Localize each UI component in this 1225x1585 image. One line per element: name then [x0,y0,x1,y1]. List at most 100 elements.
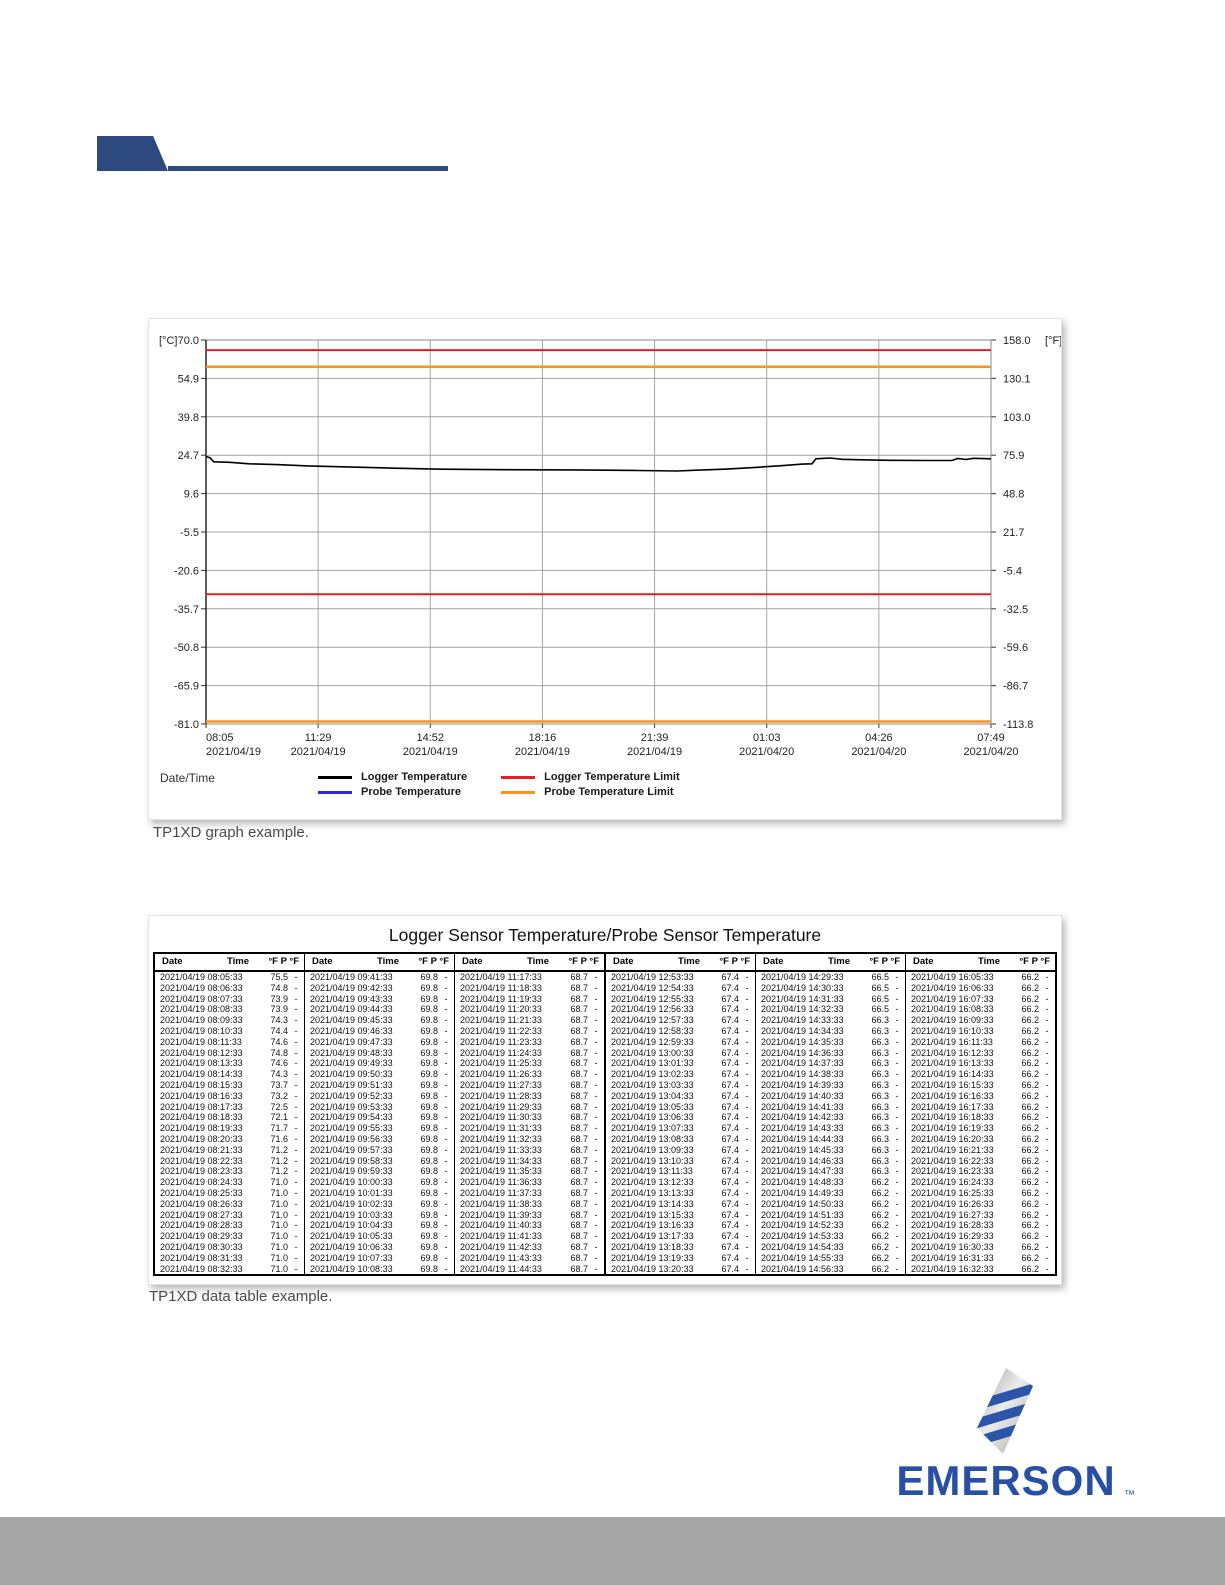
cell-temperature-f: 68.7 [570,1036,588,1047]
cell-probe-temperature-f: - [1045,1187,1049,1198]
cell-probe-temperature-f: - [294,1187,298,1198]
cell-datetime: 2021/04/19 08:16:33 [160,1090,243,1101]
y-axis-tick-label-celsius: -65.9 [174,681,199,693]
table-row: 2021/04/19 14:45:33 66.3- [756,1145,905,1156]
cell-datetime: 2021/04/19 08:32:33 [160,1263,243,1274]
table-row: 2021/04/19 10:00:33 69.8- [305,1177,454,1188]
table-row: 2021/04/19 11:38:33 68.7- [455,1199,604,1210]
cell-temperature-f: 66.2 [871,1252,889,1263]
cell-probe-temperature-f: - [294,1004,298,1015]
table-row: 2021/04/19 13:03:33 67.4- [606,1080,755,1091]
cell-temperature-f: 71.0 [270,1252,288,1263]
table-row: 2021/04/19 14:38:33 66.3- [756,1069,905,1080]
cell-temperature-f: 68.7 [570,1155,588,1166]
table-row: 2021/04/19 13:05:33 67.4- [606,1102,755,1113]
cell-datetime: 2021/04/19 09:52:33 [310,1090,393,1101]
table-row: 2021/04/19 14:40:33 66.3- [756,1091,905,1102]
cell-probe-temperature-f: - [294,1198,298,1209]
table-row: 2021/04/19 12:58:33 67.4- [606,1026,755,1037]
column-header-date: Date [913,956,934,967]
cell-temperature-f: 66.2 [1021,1069,1039,1080]
cell-datetime: 2021/04/19 10:08:33 [310,1263,393,1274]
legend-item-logger-temperature-limit: Logger Temperature Limit [501,771,680,783]
cell-probe-temperature-f: - [1045,1209,1049,1220]
cell-probe-temperature-f: - [444,1025,448,1036]
column-header-temperature: °F P °F [869,956,900,967]
column-header-temperature: °F P °F [268,956,299,967]
table-row: 2021/04/19 09:51:33 69.8- [305,1080,454,1091]
table-row: 2021/04/19 14:49:33 66.2- [756,1188,905,1199]
cell-datetime: 2021/04/19 11:29:33 [460,1101,542,1112]
x-axis-tick-date: 2021/04/19 [403,746,458,758]
y-axis-tick-label-celsius: -5.5 [180,527,199,539]
table-row: 2021/04/19 08:10:33 74.4- [155,1026,304,1037]
cell-temperature-f: 67.4 [721,1025,739,1036]
table-row: 2021/04/19 16:14:33 66.2- [906,1069,1055,1080]
cell-probe-temperature-f: - [594,1101,598,1112]
table-row: 2021/04/19 16:23:33 66.2- [906,1166,1055,1177]
cell-temperature-f: 69.8 [420,1133,438,1144]
cell-probe-temperature-f: - [444,1090,448,1101]
cell-temperature-f: 68.7 [570,1220,588,1231]
cell-probe-temperature-f: - [895,1220,899,1231]
cell-datetime: 2021/04/19 11:19:33 [460,993,542,1004]
cell-probe-temperature-f: - [745,1241,749,1252]
cell-temperature-f: 68.7 [570,1133,588,1144]
table-row: 2021/04/19 11:29:33 68.7- [455,1102,604,1113]
x-axis-tick-time: 04:26 [865,732,893,744]
cell-temperature-f: 74.8 [270,982,288,993]
cell-probe-temperature-f: - [895,1025,899,1036]
table-row: 2021/04/19 13:06:33 67.4- [606,1112,755,1123]
cell-temperature-f: 66.3 [871,1123,889,1134]
table-row: 2021/04/19 08:24:33 71.0- [155,1177,304,1188]
cell-temperature-f: 66.3 [871,1058,889,1069]
cell-temperature-f: 68.7 [570,1015,588,1026]
legend-swatch-probe-temperature-limit [501,790,536,794]
table-row: 2021/04/19 13:00:33 67.4- [606,1048,755,1059]
cell-temperature-f: 67.4 [721,1220,739,1231]
cell-temperature-f: 73.2 [270,1090,288,1101]
y-axis-tick-label-celsius: 39.8 [178,412,199,424]
cell-datetime: 2021/04/19 16:25:33 [911,1187,994,1198]
cell-temperature-f: 68.7 [570,1090,588,1101]
table-row: 2021/04/19 10:08:33 69.8- [305,1264,454,1275]
cell-temperature-f: 66.2 [871,1209,889,1220]
header-rule [168,166,448,171]
cell-temperature-f: 69.8 [420,1123,438,1134]
cell-temperature-f: 69.8 [420,1166,438,1177]
table-row: 2021/04/19 11:37:33 68.7- [455,1188,604,1199]
column-header-temperature: °F P °F [719,956,750,967]
table-column-group: Date Time °F P °F 2021/04/19 14:29:33 66.5-2… [756,954,906,1275]
cell-probe-temperature-f: - [895,1263,899,1274]
table-header-row: Date Time °F P °F [606,954,755,972]
table-row: 2021/04/19 14:34:33 66.3- [756,1026,905,1037]
table-row: 2021/04/19 11:31:33 68.7- [455,1123,604,1134]
cell-temperature-f: 66.3 [871,1166,889,1177]
cell-datetime: 2021/04/19 16:13:33 [911,1058,994,1069]
cell-datetime: 2021/04/19 16:09:33 [911,1015,994,1026]
table-row: 2021/04/19 09:55:33 69.8- [305,1123,454,1134]
table-row: 2021/04/19 11:25:33 68.7- [455,1058,604,1069]
table-row: 2021/04/19 08:12:33 74.8- [155,1048,304,1059]
temperature-table-panel: Logger Sensor Temperature/Probe Sensor T… [148,915,1062,1285]
cell-datetime: 2021/04/19 13:18:33 [611,1241,694,1252]
cell-probe-temperature-f: - [1045,1112,1049,1123]
cell-probe-temperature-f: - [294,1220,298,1231]
cell-temperature-f: 66.2 [1021,1177,1039,1188]
cell-temperature-f: 67.4 [721,1036,739,1047]
column-header-time: Time [226,956,249,967]
cell-temperature-f: 72.1 [270,1112,288,1123]
cell-datetime: 2021/04/19 14:53:33 [761,1231,844,1242]
cell-datetime: 2021/04/19 08:21:33 [160,1144,243,1155]
cell-temperature-f: 66.2 [1021,993,1039,1004]
table-header-row: Date Time °F P °F [455,954,604,972]
header-flag-shape [97,136,168,171]
cell-probe-temperature-f: - [1045,1123,1049,1134]
cell-probe-temperature-f: - [594,1025,598,1036]
table-row: 2021/04/19 09:48:33 69.8- [305,1048,454,1059]
table-row: 2021/04/19 11:24:33 68.7- [455,1048,604,1059]
cell-probe-temperature-f: - [444,1241,448,1252]
cell-probe-temperature-f: - [745,972,749,982]
cell-temperature-f: 67.4 [721,1198,739,1209]
legend-swatch-probe-temperature [318,790,352,794]
